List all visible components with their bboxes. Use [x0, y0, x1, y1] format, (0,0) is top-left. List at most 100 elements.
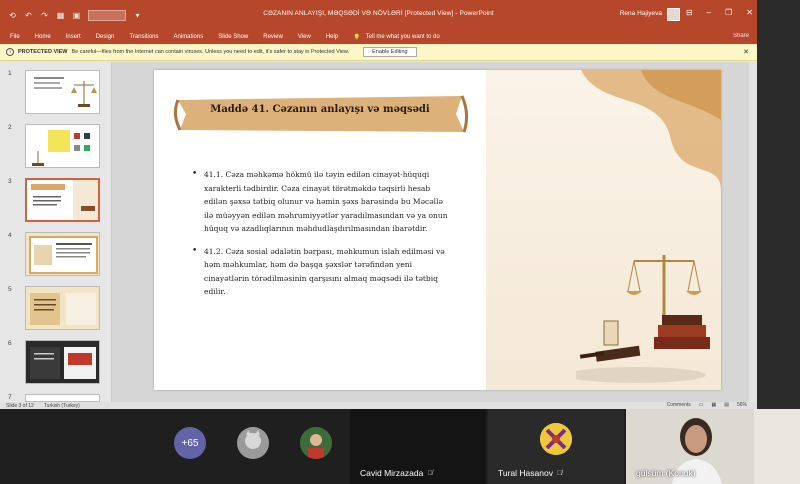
zoom-level[interactable]: 56%	[737, 402, 747, 408]
status-right: Comments ▭ ▦ ▤ 56%	[667, 402, 747, 408]
scales-icon	[34, 77, 97, 107]
tab-view[interactable]: View	[298, 34, 311, 40]
restore-icon[interactable]: ❐	[725, 8, 732, 17]
scales-of-justice-icon	[576, 255, 710, 383]
tab-transitions[interactable]: Transitions	[129, 34, 158, 40]
thumbnail-image	[25, 394, 100, 402]
thumbnail-image	[25, 340, 100, 384]
protected-view-bar: i PROTECTED VIEW Be careful—files from t…	[0, 44, 757, 61]
tab-file[interactable]: File	[10, 34, 20, 40]
avatar[interactable]	[667, 8, 680, 21]
slide-sorter-icon[interactable]: ▦	[712, 402, 717, 408]
participant-tile-cavid[interactable]: Cavid Mirzazada 🎙̸	[350, 409, 486, 484]
avatar	[540, 423, 572, 455]
close-icon[interactable]: ✕	[746, 8, 753, 17]
protected-view-message: Be careful—files from the Internet can c…	[71, 49, 350, 55]
thumbnail-number: 2	[8, 124, 12, 131]
tell-me-search[interactable]: Tell me what you want to do	[366, 34, 440, 40]
sports-logo-icon	[540, 423, 572, 455]
normal-view-icon[interactable]: ▭	[699, 402, 704, 408]
tab-design[interactable]: Design	[96, 34, 115, 40]
bullet-item: 41.2. Cəza sosial ədalətin bərpası, məhk…	[192, 245, 450, 299]
ribbon-display-icon[interactable]: ⊟	[686, 8, 693, 17]
more-participants-badge[interactable]: +65	[174, 427, 206, 459]
participant-name-text: Cavid Mirzazada	[360, 468, 424, 478]
minimize-icon[interactable]: –	[707, 8, 711, 17]
protected-view-label: PROTECTED VIEW	[18, 49, 68, 55]
thumbnail-slide-4[interactable]: 4	[8, 232, 108, 276]
mic-off-icon: 🎙̸	[427, 469, 433, 477]
customize-icon[interactable]: ▾	[133, 11, 142, 20]
enable-editing-button[interactable]: Enable Editing	[363, 47, 417, 57]
mic-off-icon: 🎙̸	[556, 469, 563, 477]
document-icon	[29, 236, 98, 274]
thumbnail-number: 7	[8, 394, 12, 401]
thumbnail-number: 3	[8, 178, 12, 185]
tab-animations[interactable]: Animations	[174, 34, 204, 40]
slide-counter: Slide 3 of 12	[6, 402, 34, 409]
avatar[interactable]	[237, 427, 269, 459]
scroll-icon	[31, 180, 98, 220]
thumbnail-image	[25, 286, 100, 330]
slide-thumbnail-pane: 1 2 3 4 5 6 7	[0, 62, 112, 402]
thumbnail-image	[25, 124, 100, 168]
parchment-icon	[30, 293, 96, 325]
slide-bullet-list: 41.1. Cəza məhkəmə hökmü ilə təyin edilə…	[192, 168, 450, 308]
user-name[interactable]: Rena Hajiyeva	[620, 10, 662, 17]
thumbnail-slide-5[interactable]: 5	[8, 286, 108, 330]
tab-home[interactable]: Home	[35, 34, 51, 40]
autosave-icon[interactable]: ⟲	[8, 11, 17, 20]
tab-slide-show[interactable]: Slide Show	[218, 34, 248, 40]
reading-view-icon[interactable]: ▤	[724, 402, 729, 408]
comments-button[interactable]: Comments	[667, 402, 691, 408]
thumbnail-slide-6[interactable]: 6	[8, 340, 108, 384]
slide-title: Maddə 41. Cəzanın anlayışı və məqsədi	[210, 104, 430, 115]
thumbnail-slide-2[interactable]: 2	[8, 124, 108, 168]
participant-name: Cavid Mirzazada 🎙̸	[360, 468, 433, 478]
redo-icon[interactable]: ↷	[40, 11, 49, 20]
sticky-note-icon	[32, 130, 90, 166]
ribbon-tabs: File Home Insert Design Transitions Anim…	[0, 30, 757, 44]
avatar[interactable]	[300, 427, 332, 459]
lightbulb-icon: 💡	[353, 34, 361, 41]
cat-photo-icon	[237, 427, 269, 459]
window-controls: ⊟ – ❐ ✕	[686, 8, 753, 17]
decor-wave-shape	[581, 70, 721, 190]
tab-help[interactable]: Help	[326, 34, 338, 40]
participant-name: Tural Hasanov 🎙̸	[498, 468, 562, 478]
font-size-box[interactable]	[88, 9, 126, 21]
teams-participant-bar: +65 Cavid Mirzazada 🎙̸ Tural Hasanov 🎙̸ …	[0, 409, 800, 484]
thumbnail-image	[25, 232, 100, 276]
slide-canvas: Maddə 41. Cəzanın anlayışı və məqsədi 41…	[112, 62, 757, 402]
slide-decor-panel	[486, 70, 721, 390]
thumbnail-number: 5	[8, 286, 12, 293]
tab-insert[interactable]: Insert	[66, 34, 81, 40]
title-bar: ⟲ ↶ ↷ ▦ ▣ ▾ CƏZANIN ANLAYIŞI, MƏQSƏDİ VƏ…	[0, 0, 757, 30]
bullet-item: 41.1. Cəza məhkəmə hökmü ilə təyin edilə…	[192, 168, 450, 236]
thumbnail-image	[25, 70, 100, 114]
person-photo-icon	[300, 427, 332, 459]
dark-slide-icon	[30, 347, 96, 379]
tab-review[interactable]: Review	[263, 34, 283, 40]
participant-tile-gulsum[interactable]: gülsüm (Konuk)	[626, 409, 800, 484]
present-icon[interactable]: ▦	[56, 11, 65, 20]
thumbnail-number: 4	[8, 232, 12, 239]
language-indicator[interactable]: Turkish (Turkey)	[44, 403, 80, 409]
current-slide[interactable]: Maddə 41. Cəzanın anlayışı və məqsədi 41…	[154, 70, 721, 390]
info-icon: i	[6, 48, 14, 56]
teams-side-strip	[757, 0, 800, 409]
thumbnail-slide-3[interactable]: 3	[8, 178, 108, 222]
participant-name-text: gülsüm (Konuk)	[636, 468, 696, 478]
thumbnail-slide-1[interactable]: 1	[8, 70, 108, 114]
participant-tile-tural[interactable]: Tural Hasanov 🎙̸	[488, 409, 624, 484]
close-icon[interactable]: ✕	[743, 48, 749, 56]
share-button[interactable]: Share	[733, 33, 749, 39]
powerpoint-window: ⟲ ↶ ↷ ▦ ▣ ▾ CƏZANIN ANLAYIŞI, MƏQSƏDİ VƏ…	[0, 0, 757, 409]
quick-access-toolbar: ⟲ ↶ ↷ ▦ ▣ ▾	[0, 9, 142, 21]
thumbnail-slide-7[interactable]: 7	[8, 394, 108, 402]
save-icon[interactable]: ▣	[72, 11, 81, 20]
undo-icon[interactable]: ↶	[24, 11, 33, 20]
status-bar: Slide 3 of 12 Turkish (Turkey) Comments …	[0, 402, 757, 409]
vertical-scrollbar[interactable]	[749, 62, 757, 402]
participant-name: gülsüm (Konuk)	[636, 468, 696, 478]
